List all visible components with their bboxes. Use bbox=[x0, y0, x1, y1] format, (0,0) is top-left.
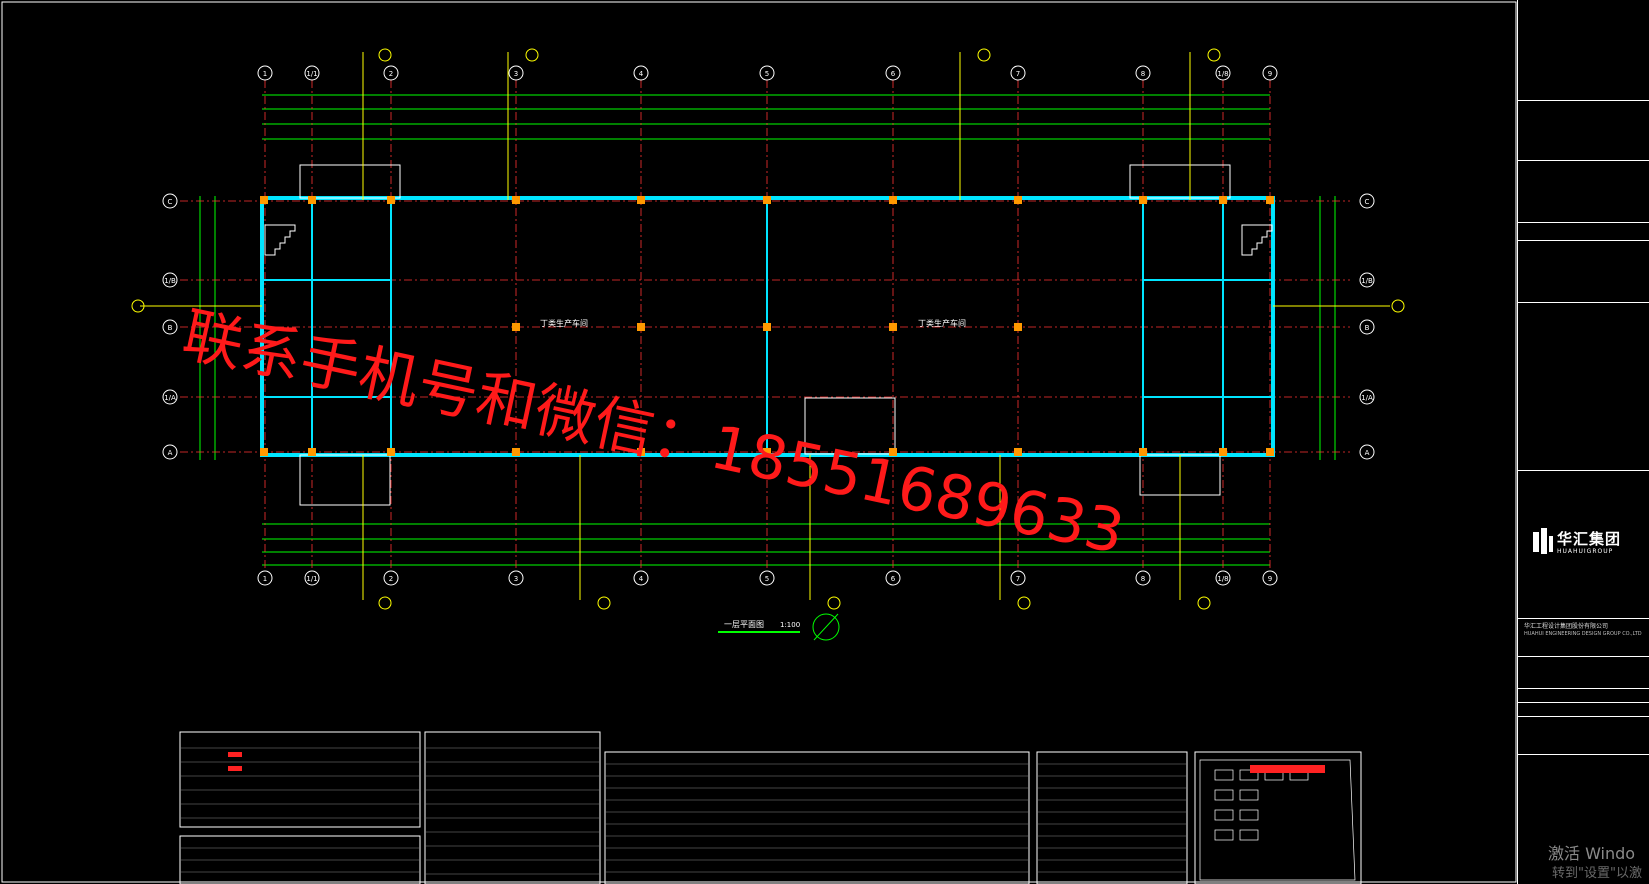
grid-left-2-label: B bbox=[168, 324, 173, 332]
note-table-rows bbox=[180, 747, 1187, 875]
grid-right-0-label: C bbox=[1365, 198, 1370, 206]
company-name-en: HUAHUI ENGINEERING DESIGN GROUP CO.,LTD bbox=[1524, 631, 1642, 637]
grid-bottom-6-label: 6 bbox=[891, 575, 896, 583]
grid-top-0-label: 1 bbox=[263, 70, 267, 78]
windows-activation-notice: 激活 Windo bbox=[1548, 844, 1636, 863]
grid-top-4-label: 4 bbox=[639, 70, 644, 78]
sheet-scale: 1:100 bbox=[780, 621, 800, 629]
grid-left-1-label: 1/B bbox=[164, 277, 176, 285]
grid-right-2-label: B bbox=[1365, 324, 1370, 332]
grid-top-8-label: 8 bbox=[1141, 70, 1145, 78]
grid-right-1-label: 1/B bbox=[1361, 277, 1373, 285]
note-tables bbox=[179, 731, 1362, 884]
grid-bottom-7-label: 7 bbox=[1016, 575, 1020, 583]
logo-subtext: HUAHUIGROUP bbox=[1557, 548, 1614, 555]
grid-bottom-9-label: 1/8 bbox=[1217, 575, 1228, 583]
grid-top-6-label: 6 bbox=[891, 70, 896, 78]
grid-top-7-label: 7 bbox=[1016, 70, 1020, 78]
grid-bottom-1-label: 1/1 bbox=[306, 575, 317, 583]
grid-bottom-10-label: 9 bbox=[1268, 575, 1272, 583]
legend-swatches bbox=[228, 752, 242, 771]
stairs bbox=[264, 224, 1273, 256]
grid-left-0-label: C bbox=[168, 198, 173, 206]
room-label-left: 丁类生产车间 bbox=[540, 318, 588, 328]
grid-top-10-label: 9 bbox=[1268, 70, 1272, 78]
grid-right-4-label: A bbox=[1365, 449, 1370, 457]
north-arrow-icon bbox=[812, 613, 840, 641]
company-name-cn: 华汇工程设计集团股份有限公司 bbox=[1524, 623, 1609, 630]
grid-top-2-label: 2 bbox=[389, 70, 393, 78]
site-plan-highlight bbox=[1250, 765, 1325, 773]
sheet-title: 一层平面图 bbox=[724, 620, 764, 629]
grid-left-4-label: A bbox=[168, 449, 173, 457]
grid-bottom-8-label: 8 bbox=[1141, 575, 1145, 583]
logo-text: 华汇集团 bbox=[1557, 530, 1622, 548]
site-plan-thumbnail bbox=[1199, 759, 1356, 881]
windows-activation-notice-2: 转到"设置"以激 bbox=[1552, 866, 1642, 881]
dimension-lines-top bbox=[262, 94, 1270, 140]
grid-bottom-0-label: 1 bbox=[263, 575, 267, 583]
grid-top-3-label: 3 bbox=[514, 70, 518, 78]
grid-top-5-label: 5 bbox=[765, 70, 769, 78]
title-block bbox=[1517, 0, 1649, 884]
company-logo: 华汇集团 HUAHUIGROUP bbox=[1531, 526, 1621, 562]
grid-bottom-3-label: 3 bbox=[514, 575, 518, 583]
logo-mark-icon bbox=[1533, 528, 1553, 554]
grid-bottom-2-label: 2 bbox=[389, 575, 393, 583]
grid-top-1-label: 1/1 bbox=[306, 70, 317, 78]
room-label-right: 丁类生产车间 bbox=[918, 318, 966, 328]
grid-left-3-label: 1/A bbox=[164, 394, 176, 402]
grid-bottom-5-label: 5 bbox=[765, 575, 769, 583]
grid-top-9-label: 1/8 bbox=[1217, 70, 1228, 78]
grid-bottom-4-label: 4 bbox=[639, 575, 644, 583]
grid-right-3-label: 1/A bbox=[1361, 394, 1373, 402]
